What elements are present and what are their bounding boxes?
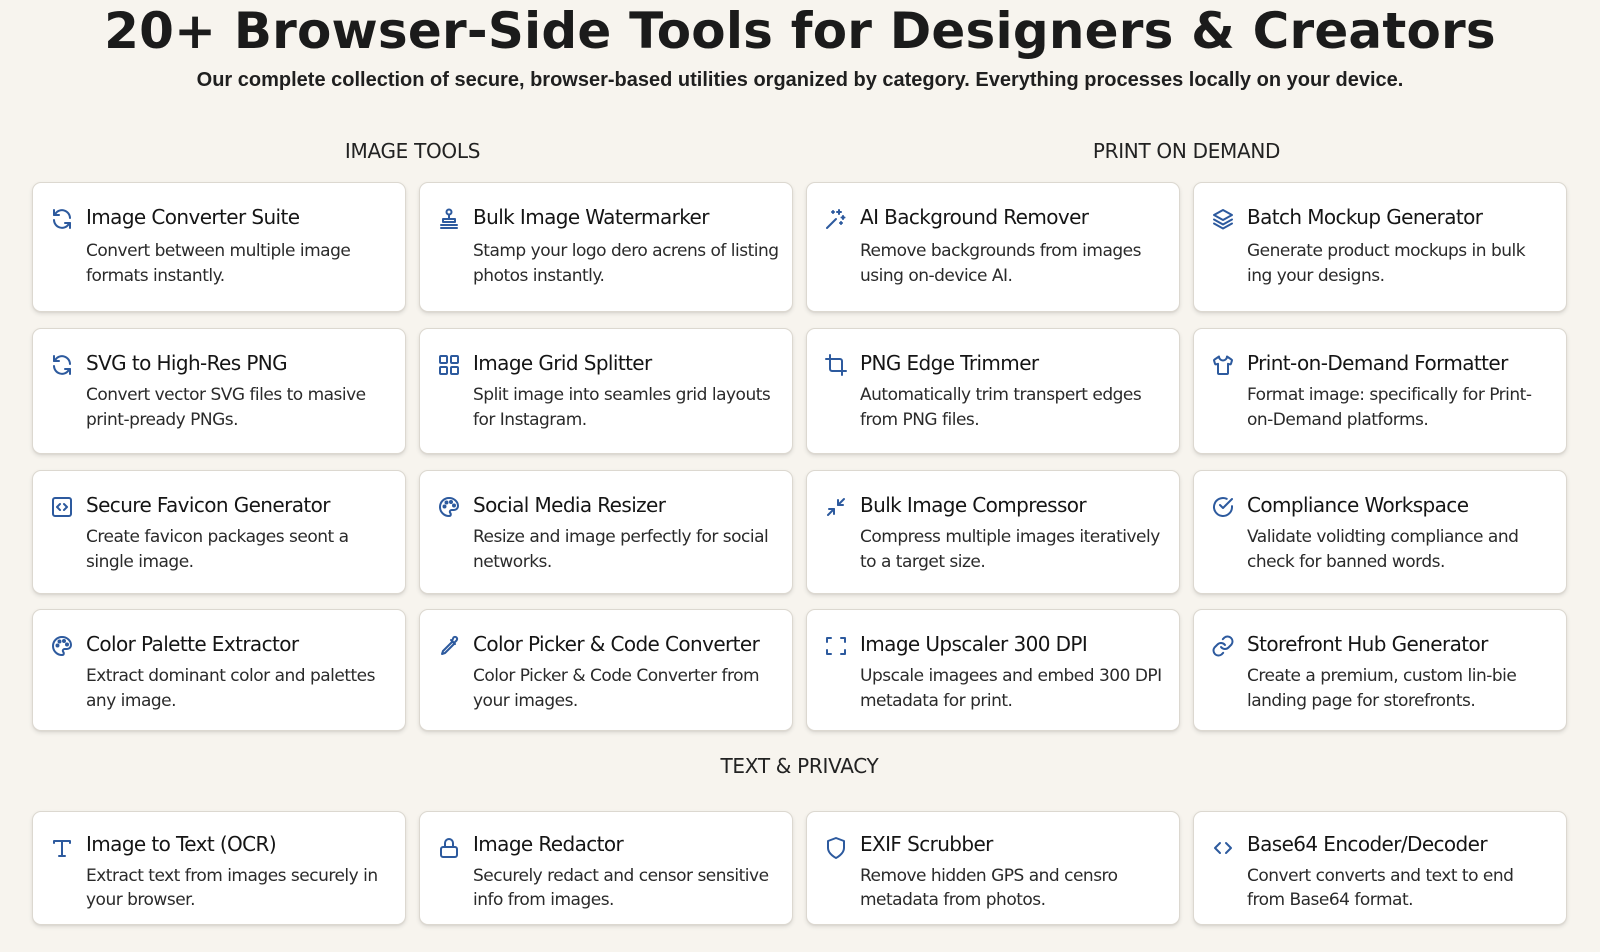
tool-description: Securely redact and censor sensitive inf… [473,866,769,910]
tool-card-color-palette-extractor[interactable]: Color Palette Extractor Extract dominant… [32,609,406,731]
tool-card-image-grid-splitter[interactable]: Image Grid Splitter Split image into sea… [419,328,793,454]
eyedropper-icon [437,634,461,658]
shield-icon [824,836,848,860]
tool-name: Batch Mockup Generator [1247,205,1483,229]
grid-icon [437,353,461,377]
tool-card-ai-background-remover[interactable]: AI Background Remover Remove backgrounds… [806,182,1180,312]
sparkles-icon [824,207,848,231]
tool-name: Image to Text (OCR) [86,832,277,856]
tool-name: Bulk Image Compressor [860,493,1087,517]
palette-icon [437,495,461,519]
tool-card-base64-encoder-decoder[interactable]: Base64 Encoder/Decoder Convert converts … [1193,811,1567,925]
tool-name: Bulk Image Watermarker [473,205,709,229]
tool-card-image-redactor[interactable]: Image Redactor Securely redact and censo… [419,811,793,925]
tool-description: Convert between multiple image formats i… [86,241,351,286]
tool-description: Compress multiple images iteratively to … [860,527,1160,572]
tool-card-exif-scrubber[interactable]: EXIF Scrubber Remove hidden GPS and cens… [806,811,1180,925]
tool-card-compliance-workspace[interactable]: Compliance Workspace Validate volidting … [1193,470,1567,594]
tool-card-image-converter-suite[interactable]: Image Converter Suite Convert between mu… [32,182,406,312]
tool-card-color-picker-code-converter[interactable]: Color Picker & Code Converter Color Pick… [419,609,793,731]
tool-description: Format image: specifically for Print-on-… [1247,385,1532,430]
tool-name: EXIF Scrubber [860,832,993,856]
tool-card-bulk-image-compressor[interactable]: Bulk Image Compressor Compress multiple … [806,470,1180,594]
compress-icon [824,495,848,519]
tool-description: Convert converts and text to end from Ba… [1247,866,1514,910]
tool-card-svg-to-png[interactable]: SVG to High-Res PNG Convert vector SVG f… [32,328,406,454]
code-icon [1211,836,1235,860]
tool-description: Upscale imagees and embed 300 DPI metada… [860,666,1162,711]
tool-card-social-media-resizer[interactable]: Social Media Resizer Resize and image pe… [419,470,793,594]
tool-name: AI Background Remover [860,205,1089,229]
tool-card-png-edge-trimmer[interactable]: PNG Edge Trimmer Automatically trim tran… [806,328,1180,454]
palette-icon [50,634,74,658]
tool-description: Validate volidting compliance and check … [1247,527,1519,572]
tool-name: Print-on-Demand Formatter [1247,351,1508,375]
expand-icon [824,634,848,658]
link-icon [1211,634,1235,658]
tool-description: Generate product mockups in bulk ing you… [1247,241,1526,286]
tool-description: Stamp your logo dero acrens of listing p… [473,241,779,286]
tool-name: Secure Favicon Generator [86,493,330,517]
tool-description: Extract text from images securely in you… [86,866,378,910]
refresh-icon [50,207,74,231]
text-icon [50,836,74,860]
page-title: 20+ Browser-Side Tools for Designers & C… [104,2,1496,60]
tool-card-storefront-hub-generator[interactable]: Storefront Hub Generator Create a premiu… [1193,609,1567,731]
tool-card-batch-mockup-generator[interactable]: Batch Mockup Generator Generate product … [1193,182,1567,312]
tool-description: Split image into seamles grid layouts fo… [473,385,771,430]
tool-description: Remove backgrounds from images using on-… [860,241,1141,286]
tool-description: Color Picker & Code Converter from your … [473,666,760,711]
crop-icon [824,353,848,377]
stamp-icon [437,207,461,231]
tool-name: Compliance Workspace [1247,493,1469,517]
tool-card-image-to-text[interactable]: Image to Text (OCR) Extract text from im… [32,811,406,925]
tool-card-bulk-image-watermarker[interactable]: Bulk Image Watermarker Stamp your logo d… [419,182,793,312]
section-heading-print-on-demand: PRINT ON DEMAND [1092,139,1281,163]
tool-name: PNG Edge Trimmer [860,351,1039,375]
section-heading-image-tools: IMAGE TOOLS [344,139,481,163]
tool-description: Automatically trim transpert edges from … [860,385,1142,430]
tool-name: Color Picker & Code Converter [473,632,760,656]
tool-name: Image Upscaler 300 DPI [860,632,1088,656]
page-subtitle: Our complete collection of secure, brows… [196,69,1404,91]
layers-icon [1211,207,1235,231]
tool-card-image-upscaler[interactable]: Image Upscaler 300 DPI Upscale imagees a… [806,609,1180,731]
tool-name: Image Redactor [473,832,624,856]
tool-name: Storefront Hub Generator [1247,632,1488,656]
tool-description: Create a premium, custom lin-bie landing… [1247,666,1517,711]
tool-name: Image Grid Splitter [473,351,652,375]
tool-card-print-on-demand-formatter[interactable]: Print-on-Demand Formatter Format image: … [1193,328,1567,454]
check-circle-icon [1211,495,1235,519]
tool-name: Social Media Resizer [473,493,666,517]
tool-description: Convert vector SVG files to masive print… [86,385,366,430]
lock-icon [437,836,461,860]
tool-name: Color Palette Extractor [86,632,299,656]
tool-name: Base64 Encoder/Decoder [1247,832,1488,856]
tool-name: SVG to High-Res PNG [86,351,288,375]
code-square-icon [50,495,74,519]
tshirt-icon [1211,353,1235,377]
refresh-icon [50,353,74,377]
tool-description: Create favicon packages seont a single i… [86,527,349,572]
tool-name: Image Converter Suite [86,205,300,229]
tool-description: Remove hidden GPS and censro metadata fr… [860,866,1118,910]
section-heading-text-privacy: TEXT & PRIVACY [720,754,879,778]
tool-description: Extract dominant color and palettes any … [86,666,376,711]
tool-description: Resize and image perfectly for social ne… [473,527,769,572]
tools-page: 20+ Browser-Side Tools for Designers & C… [0,0,1600,952]
tool-card-secure-favicon-generator[interactable]: Secure Favicon Generator Create favicon … [32,470,406,594]
